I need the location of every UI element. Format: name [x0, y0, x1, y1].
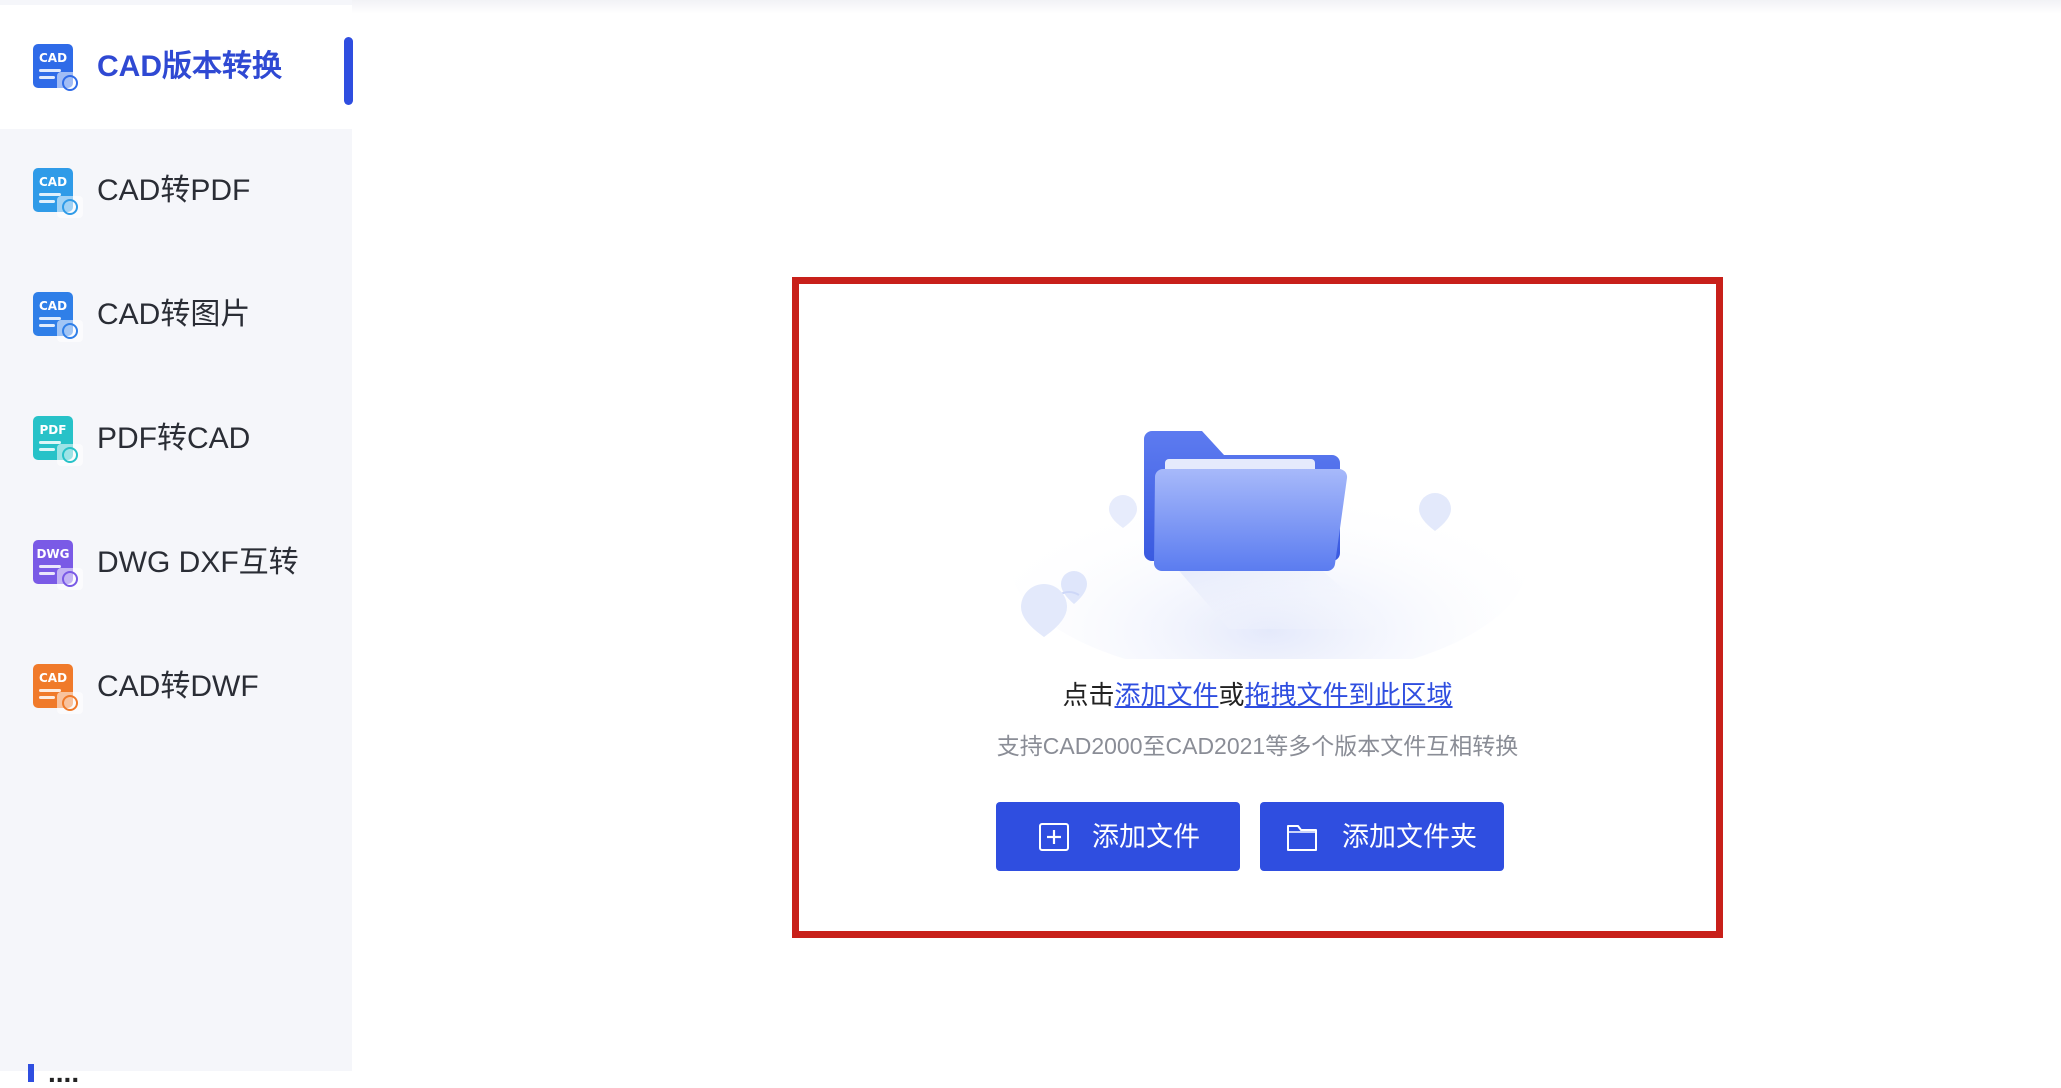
sidebar-item-label: CAD转图片 — [97, 298, 251, 331]
folder-icon — [1009, 431, 1529, 659]
sidebar-item-label: CAD转DWF — [97, 670, 259, 703]
svg-text:CAD: CAD — [39, 299, 67, 313]
cad-to-image-icon: CAD — [31, 290, 89, 348]
dwg-dxf-icon: DWG — [31, 538, 89, 596]
add-folder-button-label: 添加文件夹 — [1342, 822, 1477, 852]
sidebar: CAD CAD版本转换 CAD CAD转PDF CAD CAD转图片 PDF P… — [0, 0, 353, 1088]
file-drop-zone[interactable]: 点击添加文件或拖拽文件到此区域 支持CAD2000至CAD2021等多个版本文件… — [792, 277, 1723, 938]
drop-hint: 点击添加文件或拖拽文件到此区域 — [799, 677, 1716, 713]
sidebar-item-label: CAD转PDF — [97, 174, 251, 207]
sidebar-item-pdf-to-cad[interactable]: PDF PDF转CAD — [0, 377, 352, 501]
section-heading-bar — [28, 1064, 34, 1082]
svg-text:CAD: CAD — [39, 51, 67, 65]
add-file-link[interactable]: 添加文件 — [1114, 680, 1218, 710]
sidebar-item-label: CAD版本转换 — [97, 50, 282, 83]
hint-prefix: 点击 — [1062, 680, 1115, 710]
section-heading: .... — [28, 1058, 79, 1088]
sidebar-item-cad-version[interactable]: CAD CAD版本转换 — [0, 5, 353, 129]
sidebar-item-dwg-dxf[interactable]: DWG DWG DXF互转 — [0, 501, 352, 625]
folder-outline-icon — [1287, 825, 1317, 851]
svg-text:CAD: CAD — [39, 175, 67, 189]
pdf-to-cad-icon: PDF — [31, 414, 89, 472]
hint-middle: 或 — [1218, 680, 1245, 710]
sidebar-item-label: DWG DXF互转 — [97, 546, 299, 579]
svg-text:DWG: DWG — [36, 547, 69, 561]
sidebar-item-cad-to-dwf[interactable]: CAD CAD转DWF — [0, 625, 352, 749]
section-heading-text: .... — [48, 1057, 80, 1088]
sidebar-item-cad-to-pdf[interactable]: CAD CAD转PDF — [0, 129, 352, 253]
plus-square-icon — [1039, 823, 1069, 851]
svg-text:CAD: CAD — [39, 671, 67, 685]
cad-to-pdf-icon: CAD — [31, 166, 89, 224]
sidebar-item-cad-to-image[interactable]: CAD CAD转图片 — [0, 253, 352, 377]
add-file-button[interactable]: 添加文件 — [996, 802, 1240, 871]
support-text: 支持CAD2000至CAD2021等多个版本文件互相转换 — [996, 733, 1519, 759]
drag-files-link[interactable]: 拖拽文件到此区域 — [1245, 680, 1453, 710]
cad-version-icon: CAD — [31, 42, 89, 100]
add-file-button-label: 添加文件 — [1092, 822, 1200, 852]
active-indicator — [344, 37, 353, 105]
sidebar-item-label: PDF转CAD — [97, 422, 251, 455]
cad-to-dwf-icon: CAD — [31, 662, 89, 720]
add-folder-button[interactable]: 添加文件夹 — [1260, 802, 1504, 871]
svg-text:PDF: PDF — [40, 423, 67, 437]
